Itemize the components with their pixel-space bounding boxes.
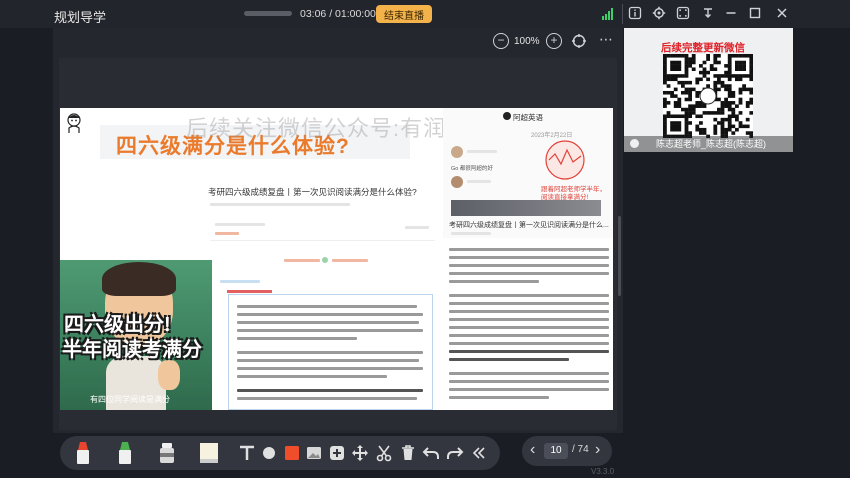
- rectangle-icon[interactable]: [281, 442, 303, 464]
- text-icon[interactable]: [236, 442, 258, 464]
- microphone-icon: [630, 139, 639, 148]
- pin-icon[interactable]: [701, 6, 715, 20]
- author-name: 阿超英语: [513, 113, 543, 122]
- article-tag-line: [215, 223, 265, 226]
- collapse-icon[interactable]: [468, 442, 490, 464]
- next-page-button[interactable]: ›: [595, 441, 600, 459]
- camera-name-label: 陈志超老师_陈志超(陈志超): [624, 136, 793, 152]
- fullscreen-icon[interactable]: [676, 6, 690, 20]
- section-title-line: [220, 280, 260, 283]
- scissors-icon[interactable]: [373, 442, 395, 464]
- follow-hint-line: [284, 259, 320, 262]
- promo-photo: 四六级出分! 半年阅读考满分 有四位同学阅读是满分: [60, 260, 212, 410]
- zoom-bar: − 100% + ⋯: [53, 28, 623, 56]
- more-icon[interactable]: ⋯: [599, 32, 613, 49]
- info-icon[interactable]: [628, 6, 642, 20]
- left-article-title: 考研四六级成绩复盘丨第一次见识阅读满分是什么体验?: [208, 187, 417, 197]
- avatar: [451, 176, 463, 188]
- divider: [622, 4, 623, 24]
- zoom-in-button[interactable]: +: [546, 33, 562, 49]
- article-tag-line: [215, 232, 239, 235]
- undo-icon[interactable]: [420, 442, 442, 464]
- minimize-icon[interactable]: [724, 6, 738, 20]
- divider: [210, 240, 435, 241]
- shape-icon[interactable]: [258, 442, 280, 464]
- image-icon[interactable]: [303, 442, 325, 464]
- follow-hint-line: [332, 259, 368, 262]
- chat-line: [467, 150, 497, 153]
- app-title: 规划导学: [54, 10, 107, 25]
- delete-icon[interactable]: [397, 442, 419, 464]
- title-bar: 规划导学 03:06 / 01:00:00 结束直播: [0, 0, 850, 28]
- live-progress-bar: [244, 11, 292, 16]
- redo-icon[interactable]: [444, 442, 466, 464]
- move-icon[interactable]: [349, 442, 371, 464]
- avatar: [451, 146, 463, 158]
- live-timer: 03:06 / 01:00:00: [300, 8, 376, 20]
- chat-message: Go 都很阿超的好: [451, 166, 493, 172]
- end-live-button[interactable]: 结束直播: [376, 5, 432, 23]
- peace-hand: [158, 360, 180, 390]
- qr-code: [663, 54, 754, 139]
- close-icon[interactable]: [775, 6, 789, 20]
- camera-headline: 后续完整更新微信: [661, 42, 745, 54]
- promo-caption: 有四位同学阅读是满分: [90, 395, 170, 404]
- right-article-body: [443, 244, 613, 410]
- scrollbar[interactable]: [618, 216, 621, 296]
- page-total: / 74: [572, 444, 589, 455]
- target-icon[interactable]: [571, 33, 587, 49]
- promo-subtitle: 半年阅读考满分: [62, 339, 202, 361]
- page-navigator: ‹ 10 / 74 ›: [522, 436, 612, 466]
- prev-page-button[interactable]: ‹: [530, 441, 535, 459]
- page-current-input[interactable]: 10: [544, 443, 568, 459]
- article-body-box: [228, 294, 433, 410]
- presenter-hair: [102, 262, 176, 296]
- teacher-camera: 后续完整更新微信 陈志超老师_陈志超(陈志超): [624, 28, 793, 152]
- author-avatar: [503, 112, 511, 120]
- article-meta-line: [210, 203, 350, 206]
- score-chart-icon: [545, 140, 585, 180]
- right-panel-title: 考研四六级成绩复盘丨第一次见识阅读满分是什么...: [449, 222, 609, 229]
- image-strip: [451, 200, 601, 216]
- accent-bar: [227, 290, 272, 293]
- settings-icon[interactable]: [652, 6, 666, 20]
- decor-dot: [322, 257, 328, 263]
- zoom-level: 100%: [514, 36, 540, 47]
- article-tag-line: [405, 226, 429, 229]
- version-label: V3.3.0: [591, 467, 615, 476]
- slide: 四六级满分是什么体验? 后续关注微信公众号:有润学社 考研四六级成绩复盘丨第一次…: [60, 108, 613, 410]
- marker-green-icon[interactable]: [114, 442, 136, 464]
- maximize-icon[interactable]: [748, 6, 762, 20]
- marker-red-icon[interactable]: [72, 442, 94, 464]
- cartoon-avatar-icon: [64, 112, 84, 134]
- signal-icon: [602, 8, 616, 20]
- zoom-out-button[interactable]: −: [493, 33, 509, 49]
- meta-line: [451, 232, 491, 235]
- annotation-toolbar: [60, 436, 500, 470]
- bucket-icon[interactable]: [156, 442, 178, 464]
- wechat-post-preview: 阿超英语 2023年2月22日 Go 都很阿超的好 跟着阿超老师学半年，阅读直接…: [443, 108, 613, 238]
- sticky-note-icon[interactable]: [198, 442, 220, 464]
- chat-line: [467, 180, 491, 183]
- add-icon[interactable]: [326, 442, 348, 464]
